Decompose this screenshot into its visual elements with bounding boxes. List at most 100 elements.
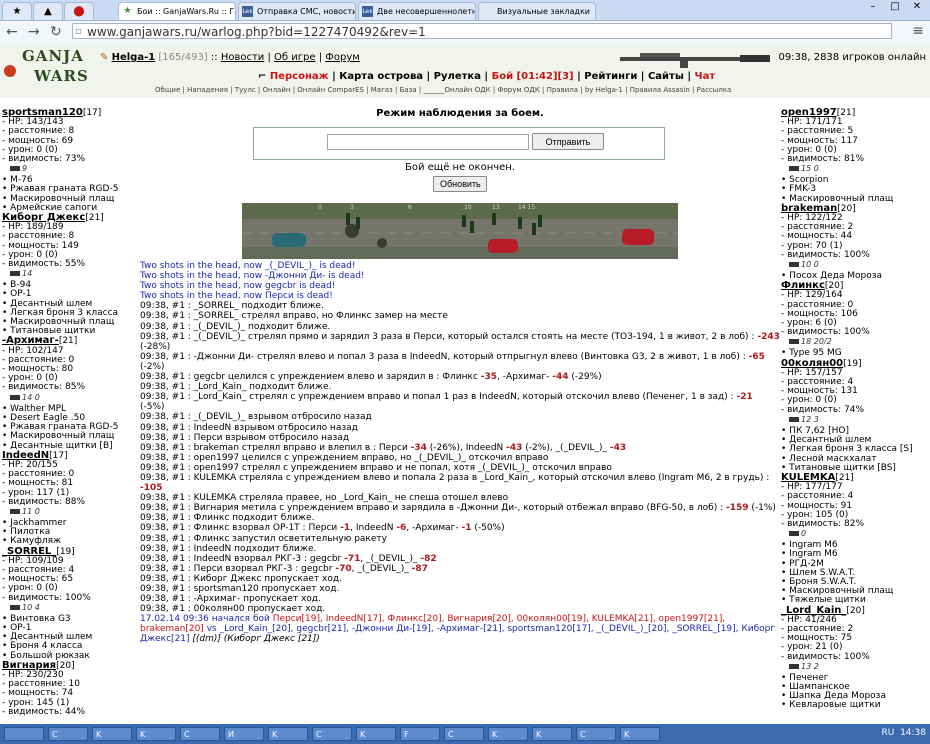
taskbar-item[interactable]: C: [576, 727, 616, 741]
battle-map[interactable]: 0 3 6 10 13 14 15: [242, 203, 678, 259]
map-label: 3: [350, 204, 354, 211]
battle-summary: 17.02.14 09:36 начался бой Перси[19], In…: [140, 614, 780, 644]
nav-character[interactable]: Персонаж: [270, 71, 329, 82]
log-line: 09:38, #1 : Флинкс подходит ближе.: [140, 513, 315, 524]
taskbar-item[interactable]: K: [92, 727, 132, 741]
taskbar-item[interactable]: C: [312, 727, 352, 741]
rifle-icon: [620, 53, 770, 68]
taskbar-item[interactable]: K: [136, 727, 176, 741]
headshot-line: Two shots in the head, now Перси is dead…: [140, 291, 333, 302]
refresh-button[interactable]: Обновить: [433, 176, 487, 192]
weapon-icons: 10 4: [2, 603, 140, 615]
player-block: sportsman120[17] - HP: 143/143- расстояни…: [2, 108, 140, 213]
car-icon: [272, 233, 306, 247]
forum-link[interactable]: Форум: [325, 52, 360, 63]
player-block: -Архимаг-[21] - HP: 102/147- расстояние: …: [2, 336, 140, 450]
player-name[interactable]: -Архимаг-: [2, 335, 59, 346]
gun-icon: [789, 531, 799, 537]
site-logo[interactable]: GANJA WARS: [4, 45, 92, 95]
lang-indicator[interactable]: RU: [881, 728, 894, 738]
send-button[interactable]: Отправить: [532, 133, 604, 150]
site-header: GANJA WARS ✎ Helga-1 [165/493] :: Новост…: [0, 43, 930, 98]
tab-bookmarks[interactable]: Визуальные закладки: [478, 2, 596, 20]
logo-text-bottom: WARS: [34, 67, 89, 85]
summary-start: 17.02.14 09:36 начался бой: [140, 614, 273, 625]
taskbar-item[interactable]: K: [620, 727, 660, 741]
weapon-range: 13 2: [801, 661, 819, 671]
log-line: 09:38, #1 : Перси взрывом отбросило наза…: [140, 432, 350, 443]
player-stat: - видимость: 44%: [2, 706, 86, 717]
nav-sites[interactable]: Сайты: [648, 71, 684, 82]
battle-status: Бой ещё не окончен.: [404, 162, 516, 173]
taskbar-item[interactable]: K: [488, 727, 528, 741]
player-name[interactable]: _SORREL_: [2, 546, 56, 557]
log-line: 09:38, #1 : brakeman стрелял вправо и вл…: [140, 442, 627, 453]
nav-map[interactable]: Карта острова: [339, 71, 423, 82]
log-line: 09:38, #1 : Киборг Джекс пропускает ход.: [140, 573, 342, 584]
headshot-line: Two shots in the head, now _(_DEVIL_)_ i…: [140, 261, 356, 271]
news-icon: Lex: [242, 6, 253, 17]
pinned-tab-1[interactable]: ★: [2, 2, 32, 20]
menu-icon[interactable]: ≡: [912, 23, 924, 39]
url-field[interactable]: ▫ www.ganjawars.ru/warlog.php?bid=122747…: [72, 23, 892, 39]
player-stat: - видимость: 88%: [2, 496, 86, 507]
pinned-tab-2[interactable]: ▲: [33, 2, 63, 20]
battle-log: Two shots in the head, now _(_DEVIL_)_ i…: [140, 261, 780, 645]
player-stat: - видимость: 55%: [2, 259, 86, 270]
player-level: [19]: [843, 358, 862, 369]
nav-chat[interactable]: Чат: [695, 71, 716, 82]
taskbar-item[interactable]: C: [444, 727, 484, 741]
taskbar-item[interactable]: K: [532, 727, 572, 741]
log-line: 09:38, #1 : IndeedN взрывом отбросило на…: [140, 422, 358, 433]
gun-icon: [10, 604, 20, 610]
sub-nav[interactable]: Общие | Нападения | Туулс | Онлайн | Онл…: [155, 86, 731, 94]
weapon-range: 11 0: [22, 506, 40, 516]
weapon-range: 10 4: [22, 602, 40, 612]
triangle-icon: ▲: [44, 6, 52, 17]
message-input[interactable]: [327, 134, 529, 150]
taskbar: CKKCИKCKFCKKCK RU 14:38: [0, 724, 930, 744]
tab-news[interactable]: Lex Две несовершеннолетние: [358, 2, 476, 20]
forward-icon[interactable]: →: [28, 24, 40, 40]
nav-battle[interactable]: Бой [01:42][3]: [492, 71, 574, 82]
summary-end: [(dm)] (Киборг Джекс [21]): [189, 634, 320, 645]
log-line: 09:38, #1 : _(_DEVIL_)_ взрывом отбросил…: [140, 412, 372, 423]
weapon-icons: 13 2: [781, 662, 927, 674]
taskbar-item[interactable]: C: [180, 727, 220, 741]
log-line: 09:38, #1 : _Lord_Kain_ стрелял с упрежд…: [140, 392, 753, 413]
log-line: 09:38, #1 : KULEMKA стреляла с упреждени…: [140, 472, 770, 494]
log-line: 09:38, #1 : _Lord_Kain_ подходит ближе.: [140, 382, 332, 393]
taskbar-item[interactable]: И: [224, 727, 264, 741]
tab-ganjawars[interactable]: ★ Бои :: GanjaWars.Ru :: Ган: [118, 2, 236, 20]
taskbar-item[interactable]: K: [356, 727, 396, 741]
maximize-icon[interactable]: □: [884, 1, 906, 12]
taskbar-item[interactable]: K: [268, 727, 308, 741]
player-name[interactable]: _Lord_Kain_: [781, 605, 846, 616]
news-link[interactable]: Новости: [221, 52, 264, 63]
nav-roulette[interactable]: Рулетка: [434, 71, 481, 82]
taskbar-item[interactable]: C: [48, 727, 88, 741]
player-level: [17]: [82, 108, 102, 118]
reload-icon[interactable]: ↻: [50, 24, 62, 40]
tab-sms[interactable]: Lex Отправка СМС, новости со: [238, 2, 356, 20]
close-icon[interactable]: ✕: [906, 1, 928, 12]
map-label: 13: [492, 204, 500, 211]
log-line: 09:38, #1 : 00колян00 пропускает ход.: [140, 604, 326, 615]
back-icon[interactable]: ←: [6, 24, 18, 40]
tab-label: Отправка СМС, новости со: [257, 7, 356, 16]
opera-icon: ⬤: [73, 6, 85, 17]
player-level: [21]: [85, 213, 104, 224]
pinned-tab-3[interactable]: ⬤: [64, 2, 94, 20]
log-line: 09:38, #1 : gegcbr целился с упреждением…: [140, 372, 602, 383]
player-stat: - видимость: 85%: [2, 382, 86, 393]
about-link[interactable]: Об игре: [274, 52, 315, 63]
taskbar-item[interactable]: F: [400, 727, 440, 741]
player-block: _Lord_Kain_[20] - HP: 41/246- расстояние:…: [781, 605, 927, 711]
player-stat: - видимость: 100%: [2, 592, 91, 603]
minimize-icon[interactable]: –: [862, 1, 884, 12]
player-block: Киборг Джекс[21] - HP: 189/189- расстояни…: [2, 213, 140, 336]
log-line: 09:38, #1 : _SORREL_ подходит ближе.: [140, 301, 324, 312]
nav-ratings[interactable]: Рейтинги: [584, 71, 637, 82]
user-link[interactable]: Helga-1: [112, 52, 156, 63]
taskbar-item[interactable]: [4, 727, 44, 741]
